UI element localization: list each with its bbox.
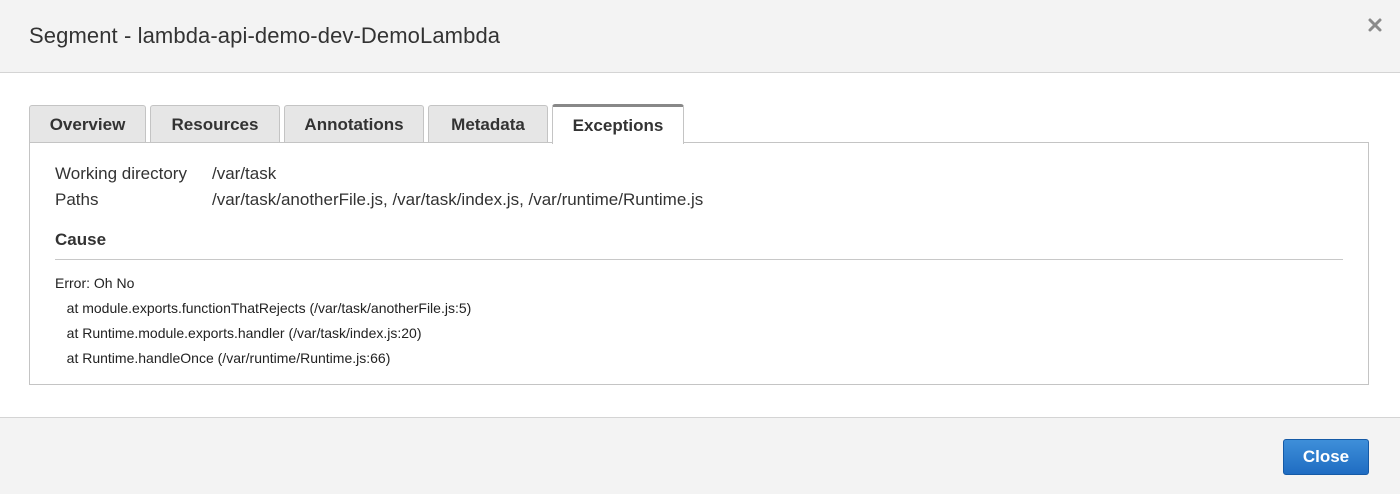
stack-trace: Error: Oh No at module.exports.functionT…	[55, 271, 471, 371]
stack-trace-line: at Runtime.module.exports.handler (/var/…	[55, 325, 422, 341]
modal-title: Segment - lambda-api-demo-dev-DemoLambda	[29, 23, 501, 48]
stack-trace-line: at Runtime.handleOnce (/var/runtime/Runt…	[55, 350, 391, 366]
working-directory-value: /var/task	[212, 164, 277, 183]
close-x-icon[interactable]	[1364, 14, 1386, 36]
tab-overview[interactable]: Overview	[29, 105, 146, 143]
paths-label: Paths	[55, 190, 99, 209]
tab-metadata[interactable]: Metadata	[428, 105, 548, 143]
stack-trace-line: at module.exports.functionThatRejects (/…	[55, 300, 472, 316]
modal-header: Segment - lambda-api-demo-dev-DemoLambda	[0, 0, 1400, 73]
tab-annotations[interactable]: Annotations	[284, 105, 424, 143]
paths-value: /var/task/anotherFile.js, /var/task/inde…	[212, 190, 704, 209]
exceptions-panel: Working directory /var/task Paths /var/t…	[29, 142, 1369, 385]
working-directory-label: Working directory	[55, 164, 187, 183]
tab-exceptions[interactable]: Exceptions	[552, 104, 684, 144]
cause-heading: Cause	[55, 230, 107, 249]
stack-trace-line: Error: Oh No	[55, 275, 135, 291]
modal-footer: Close	[0, 417, 1400, 494]
segment-modal: Segment - lambda-api-demo-dev-DemoLambda…	[0, 0, 1400, 494]
close-button[interactable]: Close	[1283, 439, 1369, 475]
cause-divider	[55, 259, 1343, 260]
tab-resources[interactable]: Resources	[150, 105, 280, 143]
